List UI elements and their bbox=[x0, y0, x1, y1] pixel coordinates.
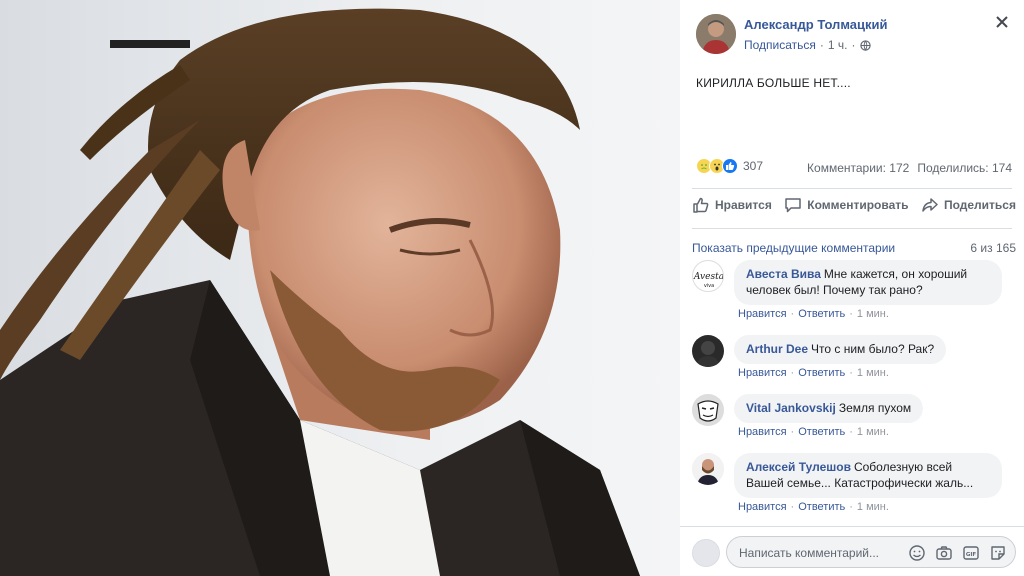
author-avatar[interactable] bbox=[696, 14, 736, 54]
svg-text:Avesta: Avesta bbox=[693, 272, 724, 282]
comment-label: Комментировать bbox=[807, 198, 909, 212]
comment-item: Алексей Тулешов Соболезную всей Вашей сем… bbox=[692, 453, 1002, 498]
post-panel: Александр Толмацкий Подписаться · 1 ч. ·… bbox=[680, 0, 1024, 576]
share-icon bbox=[922, 198, 938, 212]
like-reaction-icon bbox=[722, 158, 738, 174]
comment-reply-link[interactable]: Ответить bbox=[798, 501, 845, 513]
author-name[interactable]: Александр Толмацкий bbox=[744, 17, 887, 32]
meta-separator: · bbox=[851, 38, 856, 52]
action-separator: · bbox=[790, 367, 795, 379]
comment-time[interactable]: 1 мин. bbox=[857, 367, 889, 379]
action-separator: · bbox=[849, 367, 853, 379]
portrait-photo bbox=[0, 0, 680, 576]
comment-time[interactable]: 1 мин. bbox=[857, 308, 889, 320]
meta-separator: · bbox=[819, 38, 824, 52]
globe-icon[interactable] bbox=[859, 39, 871, 51]
like-label: Нравится bbox=[715, 198, 772, 212]
shares-count[interactable]: Поделились: 174 bbox=[917, 161, 1012, 175]
gif-icon[interactable]: GIF bbox=[962, 544, 980, 562]
comment-item: Arthur Dee Что с ним было? Рак? bbox=[692, 335, 947, 367]
comment-time[interactable]: 1 мин. bbox=[857, 426, 889, 438]
thumbs-up-icon bbox=[693, 197, 709, 213]
comment-text: Что с ним было? Рак? bbox=[811, 342, 935, 356]
composer-icons: GIF bbox=[908, 544, 1007, 562]
comment-bubble: Arthur Dee Что с ним было? Рак? bbox=[734, 335, 947, 364]
commenter-name[interactable]: Алексей Тулешов bbox=[746, 460, 851, 474]
current-user-avatar bbox=[692, 539, 720, 567]
reaction-count[interactable]: 307 bbox=[743, 159, 763, 173]
post-actions: Нравится Комментировать Поделиться bbox=[692, 196, 1016, 214]
comment-like-link[interactable]: Нравится bbox=[738, 308, 787, 320]
comment-input[interactable]: Написать комментарий... GIF bbox=[726, 536, 1016, 568]
commenter-name[interactable]: Авеста Вива bbox=[746, 267, 821, 281]
action-separator: · bbox=[790, 308, 795, 320]
photo-viewer[interactable] bbox=[0, 0, 680, 576]
post-stats: Комментарии: 172 Поделились: 174 bbox=[807, 161, 1012, 175]
action-separator: · bbox=[790, 426, 795, 438]
post-time[interactable]: 1 ч. bbox=[828, 38, 848, 52]
author-row bbox=[696, 14, 736, 54]
camera-icon[interactable] bbox=[935, 544, 953, 562]
commenter-name[interactable]: Vital Jankovskij bbox=[746, 401, 836, 415]
comments-count-indicator: 6 из 165 bbox=[970, 241, 1016, 255]
comment-time[interactable]: 1 мин. bbox=[857, 501, 889, 513]
comment-composer: Написать комментарий... GIF bbox=[680, 526, 1024, 576]
comment-like-link[interactable]: Нравится bbox=[738, 501, 787, 513]
comment-bubble: Авеста Вива Мне кажется, он хороший челов… bbox=[734, 260, 1002, 305]
comment-item: Vital Jankovskij Земля пухом bbox=[692, 394, 924, 426]
comment-bubble: Алексей Тулешов Соболезную всей Вашей сем… bbox=[734, 453, 1002, 498]
comment-item: Avesta viva Авеста Вива Мне кажется, он хо… bbox=[692, 260, 1002, 305]
sticker-icon[interactable] bbox=[989, 544, 1007, 562]
action-separator: · bbox=[849, 501, 853, 513]
comment-reply-link[interactable]: Ответить bbox=[798, 367, 845, 379]
comment-actions: Нравится · Ответить · 1 мин. bbox=[738, 501, 889, 513]
emoji-icon[interactable] bbox=[908, 544, 926, 562]
commenter-avatar[interactable] bbox=[692, 335, 724, 367]
comment-reply-link[interactable]: Ответить bbox=[798, 308, 845, 320]
action-separator: · bbox=[849, 308, 853, 320]
svg-text:viva: viva bbox=[704, 283, 714, 289]
show-previous-comments-link[interactable]: Показать предыдущие комментарии bbox=[692, 241, 895, 255]
comment-input-placeholder: Написать комментарий... bbox=[739, 546, 880, 560]
comment-button[interactable]: Комментировать bbox=[784, 196, 909, 214]
commenter-avatar[interactable] bbox=[692, 453, 724, 485]
comment-like-link[interactable]: Нравится bbox=[738, 426, 787, 438]
gif-label: GIF bbox=[966, 552, 977, 558]
share-button[interactable]: Поделиться bbox=[921, 196, 1016, 214]
comment-bubble: Vital Jankovskij Земля пухом bbox=[734, 394, 924, 423]
post-text: КИРИЛЛА БОЛЬШЕ НЕТ.... bbox=[696, 76, 851, 90]
post-meta: Подписаться · 1 ч. · bbox=[744, 38, 871, 52]
comment-text: Земля пухом bbox=[838, 401, 912, 415]
comments-count[interactable]: Комментарии: 172 bbox=[807, 161, 909, 175]
comments-header: Показать предыдущие комментарии 6 из 165 bbox=[692, 241, 1016, 255]
action-separator: · bbox=[849, 426, 853, 438]
divider bbox=[692, 228, 1012, 229]
comment-like-link[interactable]: Нравится bbox=[738, 367, 787, 379]
commenter-avatar[interactable]: Avesta viva bbox=[692, 260, 724, 292]
comment-icon bbox=[785, 198, 802, 213]
divider bbox=[692, 188, 1012, 189]
comment-actions: Нравится · Ответить · 1 мин. bbox=[738, 367, 889, 379]
commenter-name[interactable]: Arthur Dee bbox=[746, 342, 808, 356]
close-icon[interactable] bbox=[994, 14, 1010, 30]
comment-reply-link[interactable]: Ответить bbox=[798, 426, 845, 438]
like-button[interactable]: Нравится bbox=[692, 196, 772, 214]
comment-actions: Нравится · Ответить · 1 мин. bbox=[738, 308, 889, 320]
action-separator: · bbox=[790, 501, 795, 513]
reactions-summary[interactable]: 307 bbox=[696, 158, 763, 174]
commenter-avatar[interactable] bbox=[692, 394, 724, 426]
share-label: Поделиться bbox=[943, 198, 1016, 212]
subscribe-link[interactable]: Подписаться bbox=[744, 38, 816, 52]
comment-actions: Нравится · Ответить · 1 мин. bbox=[738, 426, 889, 438]
